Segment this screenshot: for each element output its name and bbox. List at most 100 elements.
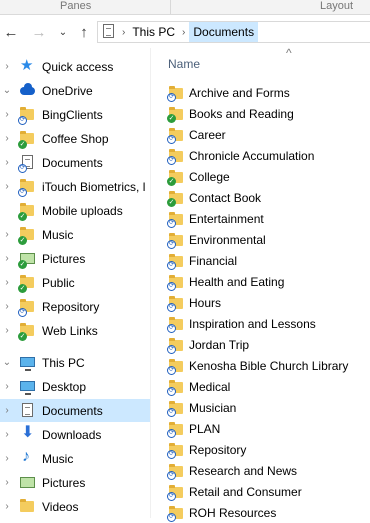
chevron-right-icon[interactable]: › — [1, 325, 13, 336]
breadcrumb-this-pc[interactable]: This PC — [129, 25, 178, 39]
nav-item[interactable]: › Desktop — [0, 375, 150, 398]
chevron-right-icon[interactable]: › — [1, 157, 13, 168]
file-row[interactable]: ✓ College — [167, 166, 370, 187]
chevron-right-icon[interactable]: › — [1, 133, 13, 144]
file-row[interactable]: ⟳ Kenosha Bible Church Library — [167, 355, 370, 376]
chevron-right-icon[interactable]: › — [1, 277, 13, 288]
column-header-name[interactable]: Name — [168, 57, 200, 71]
nav-item-label: Public — [42, 275, 75, 290]
nav-item[interactable]: › ✓ Pictures — [0, 247, 150, 270]
chevron-right-icon[interactable]: › — [1, 477, 13, 488]
nav-item[interactable]: › ✓ Coffee Shop — [0, 127, 150, 150]
nav-item-label: Documents — [42, 403, 103, 418]
doc-icon — [19, 402, 37, 419]
nav-item-label: OneDrive — [42, 83, 93, 98]
file-row[interactable]: ⟳ Health and Eating — [167, 271, 370, 292]
folder-icon: ⟳ — [167, 484, 184, 501]
up-button[interactable]: ↑ — [73, 21, 95, 43]
file-row[interactable]: ⟳ Career — [167, 124, 370, 145]
chevron-right-icon[interactable]: › — [1, 181, 13, 192]
file-name: Repository — [189, 442, 247, 457]
file-name: Contact Book — [189, 190, 262, 205]
chevron-right-icon[interactable]: › — [1, 229, 13, 240]
nav-item[interactable]: › ⬇ Downloads — [0, 423, 150, 446]
pane-divider[interactable] — [150, 48, 151, 518]
folder-icon: ⟳ — [18, 178, 37, 197]
nav-item[interactable]: › Videos — [0, 495, 150, 518]
file-row[interactable]: ⟳ Retail and Consumer — [167, 481, 370, 502]
nav-item[interactable]: › ⟳ iTouch Biometrics, l — [0, 175, 150, 198]
file-row[interactable]: ⟳ Hours — [167, 292, 370, 313]
folder-icon — [19, 498, 37, 515]
nav-item[interactable]: › ⟳ BingClients — [0, 103, 150, 126]
file-row[interactable]: ⟳ Musician — [167, 397, 370, 418]
note-icon: ♪ — [22, 447, 30, 465]
file-row[interactable]: ⟳ Archive and Forms — [167, 82, 370, 103]
nav-item[interactable]: › ✓ Public — [0, 271, 150, 294]
chevron-right-icon[interactable]: › — [178, 27, 189, 38]
back-button[interactable]: ← — [0, 21, 22, 43]
folder-icon: ✓ — [18, 226, 37, 245]
nav-item-label: Coffee Shop — [42, 131, 109, 146]
nav-item[interactable]: › ⟳ Repository — [0, 295, 150, 318]
file-row[interactable]: ⟳ Environmental — [167, 229, 370, 250]
sort-ascending-icon: ^ — [286, 46, 292, 60]
nav-item[interactable]: › Documents — [0, 399, 150, 422]
file-row[interactable]: ⟳ Entertainment — [167, 208, 370, 229]
nav-item-label: Videos — [42, 499, 79, 514]
folder-icon: ⟳ — [167, 211, 184, 228]
nav-item-label: Documents — [42, 155, 103, 170]
nav-item[interactable]: ⌄ This PC — [0, 351, 150, 374]
nav-item[interactable]: › ✓ Music — [0, 223, 150, 246]
nav-item-label: Music — [42, 227, 74, 242]
file-name: Entertainment — [189, 211, 264, 226]
address-bar[interactable]: › This PC › Documents — [97, 21, 370, 43]
file-row[interactable]: ⟳ Chronicle Accumulation — [167, 145, 370, 166]
ribbon-divider — [170, 0, 171, 14]
file-row[interactable]: ⟳ Inspiration and Lessons — [167, 313, 370, 334]
nav-item[interactable]: ⌄ OneDrive — [0, 79, 150, 102]
file-row[interactable]: ⟳ Repository — [167, 439, 370, 460]
folder-icon: ✓ — [18, 202, 37, 221]
file-row[interactable]: ⟳ PLAN — [167, 418, 370, 439]
folder-icon: ⟳ — [167, 232, 184, 249]
file-name: Research and News — [189, 463, 298, 478]
chevron-down-icon[interactable]: ⌄ — [1, 357, 13, 368]
chevron-right-icon[interactable]: › — [1, 453, 13, 464]
file-row[interactable]: ⟳ Medical — [167, 376, 370, 397]
file-row[interactable]: ✓ Contact Book — [167, 187, 370, 208]
nav-item-label: Quick access — [42, 59, 114, 74]
nav-item[interactable]: › ⟳ Documents — [0, 151, 150, 174]
chevron-right-icon[interactable]: › — [1, 429, 13, 440]
nav-item-label: iTouch Biometrics, l — [42, 179, 146, 194]
chevron-right-icon[interactable]: › — [1, 381, 13, 392]
chevron-right-icon[interactable]: › — [1, 61, 13, 72]
file-row[interactable]: ✓ Books and Reading — [167, 103, 370, 124]
file-row[interactable]: ⟳ Financial — [167, 250, 370, 271]
folder-icon: ⟳ — [167, 421, 184, 438]
nav-item[interactable]: › ♪ Music — [0, 447, 150, 470]
folder-icon: ⟳ — [167, 316, 184, 333]
chevron-down-icon[interactable]: ⌄ — [1, 85, 13, 96]
folder-icon: ✓ — [18, 130, 37, 149]
chevron-right-icon[interactable]: › — [1, 109, 13, 120]
nav-item[interactable]: › Pictures — [0, 471, 150, 494]
nav-item-label: Repository — [42, 299, 100, 314]
chevron-right-icon[interactable]: › — [1, 301, 13, 312]
chevron-right-icon[interactable]: › — [1, 405, 13, 416]
file-row[interactable]: ⟳ Jordan Trip — [167, 334, 370, 355]
chevron-right-icon[interactable]: › — [1, 253, 13, 264]
forward-button[interactable]: → — [28, 21, 50, 43]
file-row[interactable]: ⟳ ROH Resources — [167, 502, 370, 523]
file-row[interactable]: ⟳ Research and News — [167, 460, 370, 481]
nav-item[interactable]: › ★ Quick access — [0, 55, 150, 78]
recent-locations-button[interactable]: ⌄ — [52, 21, 74, 43]
chevron-right-icon[interactable]: › — [1, 501, 13, 512]
chevron-right-icon[interactable]: › — [118, 27, 129, 38]
nav-item-label: Pictures — [42, 475, 86, 490]
layout-group-label: Layout — [320, 0, 354, 12]
nav-item[interactable]: › ✓ Web Links — [0, 319, 150, 342]
breadcrumb-documents[interactable]: Documents — [189, 22, 259, 42]
panes-group-label: Panes — [60, 0, 92, 12]
nav-item[interactable]: ✓ Mobile uploads — [0, 199, 150, 222]
